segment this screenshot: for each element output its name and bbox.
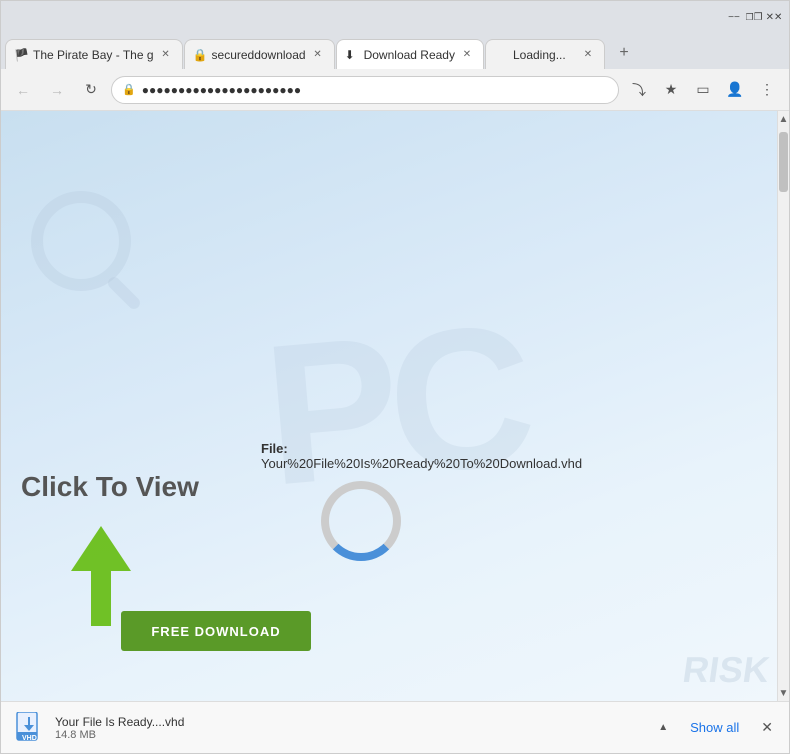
url-text: ●●●●●●●●●●●●●●●●●●●●●● (142, 83, 608, 97)
watermark: PC (1, 111, 789, 701)
loading-spinner (321, 481, 401, 561)
file-name: Your%20File%20Is%20Ready%20To%20Download… (261, 456, 582, 471)
tab-4-close[interactable]: ✕ (580, 47, 596, 63)
new-tab-button[interactable]: + (610, 39, 638, 67)
page-content: PC RISK Click To View File: Your%20File%… (1, 111, 789, 701)
scrollbar-thumb[interactable] (779, 132, 788, 192)
title-bar: − ❐ ✕ (1, 1, 789, 33)
tab-2[interactable]: 🔒 secureddownload ✕ (184, 39, 335, 69)
back-button[interactable]: ← (9, 76, 37, 104)
download-file-name: Your File Is Ready....vhd (55, 715, 644, 729)
download-bar-close-button[interactable]: ✕ (757, 715, 777, 740)
magnifier-circle (31, 191, 131, 291)
browser-frame: − ❐ ✕ 🏴 The Pirate Bay - The g ✕ 🔒 secur… (0, 0, 790, 754)
tab-2-favicon: 🔒 (193, 48, 207, 62)
reload-button[interactable]: ↻ (77, 76, 105, 104)
download-options-chevron[interactable]: ▲ (654, 718, 672, 737)
url-bar[interactable]: 🔒 ●●●●●●●●●●●●●●●●●●●●●● (111, 76, 619, 104)
restore-button[interactable]: ❐ (747, 10, 761, 24)
show-all-button[interactable]: Show all (682, 716, 747, 739)
scrollbar-track[interactable] (778, 127, 789, 685)
free-download-button[interactable]: FREE DOWNLOAD (121, 611, 311, 651)
address-bar: ← → ↻ 🔒 ●●●●●●●●●●●●●●●●●●●●●● ⤵ ★ ▭ 👤 ⋮ (1, 69, 789, 111)
download-file-size: 14.8 MB (55, 729, 644, 741)
magnifier-handle (106, 275, 143, 312)
lock-icon: 🔒 (122, 83, 136, 96)
tab-4-favicon (494, 48, 508, 62)
svg-text:VHD: VHD (22, 735, 37, 742)
toolbar-icons: ⤵ ★ ▭ 👤 ⋮ (625, 76, 781, 104)
extensions-button[interactable]: ▭ (689, 76, 717, 104)
tab-3[interactable]: ⬇ Download Ready ✕ (336, 39, 484, 69)
tab-4[interactable]: Loading... ✕ (485, 39, 605, 69)
tab-3-favicon: ⬇ (345, 48, 359, 62)
file-info: File: Your%20File%20Is%20Ready%20To%20Do… (261, 441, 582, 471)
tab-1-close[interactable]: ✕ (158, 47, 174, 63)
tab-2-label: secureddownload (212, 48, 306, 62)
forward-button[interactable]: → (43, 76, 71, 104)
menu-button[interactable]: ⋮ (753, 76, 781, 104)
file-label: File: (261, 441, 288, 456)
watermark-magnifier (31, 191, 171, 331)
tab-3-label: Download Ready (364, 48, 455, 62)
minimize-button[interactable]: − (727, 10, 741, 24)
download-bar: VHD Your File Is Ready....vhd 14.8 MB ▲ … (1, 701, 789, 753)
tab-4-label: Loading... (513, 48, 576, 62)
close-button[interactable]: ✕ (767, 10, 781, 24)
tab-1-favicon: 🏴 (14, 48, 28, 62)
profile-button[interactable]: 👤 (721, 76, 749, 104)
scrollbar-up-button[interactable]: ▲ (778, 111, 789, 127)
bookmark-button[interactable]: ★ (657, 76, 685, 104)
click-to-view-text: Click To View (21, 471, 199, 503)
spinner-circle (321, 481, 401, 561)
watermark-bottom: RISK (680, 649, 772, 691)
tab-bar: 🏴 The Pirate Bay - The g ✕ 🔒 secureddown… (1, 33, 789, 69)
window-controls: − ❐ ✕ (727, 10, 781, 24)
tab-1[interactable]: 🏴 The Pirate Bay - The g ✕ (5, 39, 183, 69)
download-file-icon: VHD (13, 712, 45, 744)
tab-3-close[interactable]: ✕ (459, 47, 475, 63)
scrollbar: ▲ ▼ (777, 111, 789, 701)
scrollbar-down-button[interactable]: ▼ (778, 685, 789, 701)
download-file-info: Your File Is Ready....vhd 14.8 MB (55, 715, 644, 741)
tab-2-close[interactable]: ✕ (310, 47, 326, 63)
tab-1-label: The Pirate Bay - The g (33, 48, 154, 62)
share-button[interactable]: ⤵ (625, 76, 653, 104)
